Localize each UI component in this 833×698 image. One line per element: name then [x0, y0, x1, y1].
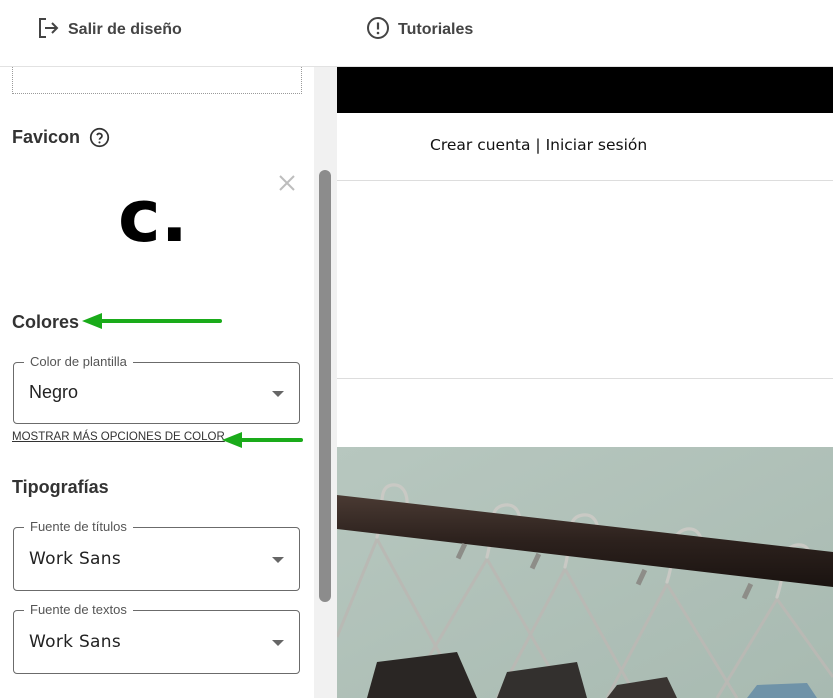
more-color-options-link[interactable]: MOSTRAR MÁS OPCIONES DE COLOR — [12, 431, 225, 443]
exit-design-label: Salir de diseño — [68, 21, 182, 38]
store-preview: Crear cuenta | Iniciar sesión — [337, 67, 833, 698]
titles-font-legend: Fuente de títulos — [24, 519, 133, 534]
favicon-image: c. — [118, 174, 198, 258]
exit-design-button[interactable]: Salir de diseño — [36, 17, 182, 43]
texts-font-select[interactable]: Fuente de textos Work Sans — [13, 602, 300, 674]
previous-upload-box[interactable] — [12, 67, 302, 94]
favicon-logo-text: c. — [118, 185, 188, 255]
chevron-down-icon — [272, 391, 284, 397]
create-account-link[interactable]: Crear cuenta — [430, 136, 530, 154]
template-color-legend: Color de plantilla — [24, 354, 133, 369]
tutorials-button[interactable]: Tutoriales — [366, 16, 474, 45]
template-color-select[interactable]: Color de plantilla Negro — [13, 354, 300, 424]
annotation-arrow-icon — [222, 432, 303, 448]
preview-divider — [337, 180, 833, 181]
titles-font-value: Work Sans — [29, 549, 121, 569]
tutorials-label: Tutoriales — [398, 21, 474, 38]
design-sidebar: Favicon c. Colores Color de plantilla Ne… — [0, 67, 337, 698]
texts-font-legend: Fuente de textos — [24, 602, 133, 617]
annotation-arrow-icon — [82, 313, 222, 329]
top-bar: Salir de diseño Tutoriales — [0, 0, 833, 67]
texts-font-value: Work Sans — [29, 632, 121, 652]
help-icon[interactable] — [89, 127, 110, 148]
remove-favicon-icon[interactable] — [277, 173, 297, 198]
account-links: Crear cuenta | Iniciar sesión — [430, 136, 647, 154]
typography-title: Tipografías — [12, 477, 109, 497]
template-color-value: Negro — [29, 382, 79, 402]
preview-announcement-bar — [337, 67, 833, 113]
chevron-down-icon — [272, 640, 284, 646]
hero-image — [337, 447, 833, 698]
exit-icon — [36, 16, 60, 45]
chevron-down-icon — [272, 557, 284, 563]
alert-circle-icon — [366, 16, 390, 45]
colors-title: Colores — [12, 312, 80, 332]
sidebar-scrollbar-thumb[interactable] — [319, 170, 331, 602]
login-link[interactable]: Iniciar sesión — [546, 136, 648, 154]
favicon-title: Favicon — [12, 127, 81, 147]
account-separator: | — [530, 136, 546, 154]
preview-divider — [337, 378, 833, 379]
titles-font-select[interactable]: Fuente de títulos Work Sans — [13, 519, 300, 591]
favicon-heading: Favicon — [12, 127, 110, 148]
